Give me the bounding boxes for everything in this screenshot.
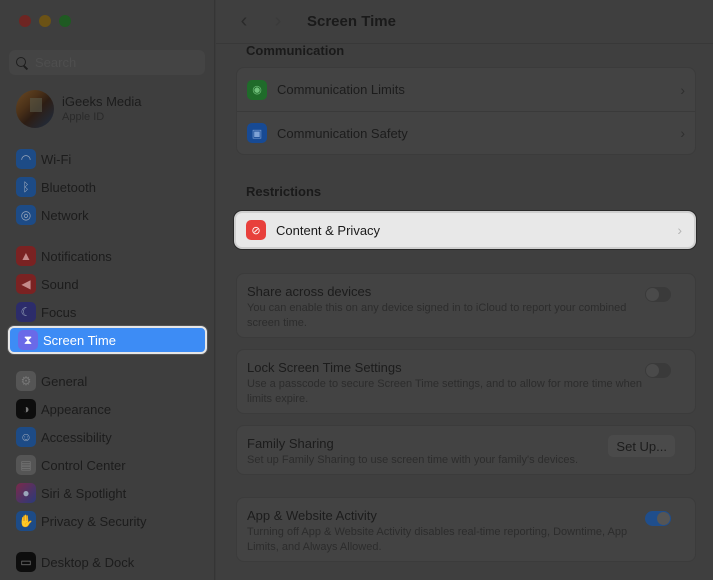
content-privacy-row[interactable]: ⊘ Content & Privacy › xyxy=(234,211,696,249)
sidebar-group-focus: ▲ Notifications ◀ Sound ☾ Focus ⧗ Screen… xyxy=(8,242,207,354)
toolbar: ‹ › Screen Time xyxy=(216,0,713,44)
communication-limits-row[interactable]: ◉ Communication Limits › xyxy=(237,68,695,111)
row-label: Communication Limits xyxy=(277,82,405,97)
sidebar-group-network: ◠ Wi-Fi ᛒ Bluetooth ◎ Network xyxy=(8,145,207,229)
person-circle-icon: ◉ xyxy=(247,79,267,100)
page-title: Screen Time xyxy=(307,13,396,30)
sidebar-item-label: Accessibility xyxy=(41,429,112,445)
content-pane: ‹ › Screen Time Communication ◉ Communic… xyxy=(216,0,713,580)
sidebar-item-label: Notifications xyxy=(41,248,112,264)
app-website-activity-toggle[interactable] xyxy=(645,511,671,526)
control-center-icon: ▤ xyxy=(16,455,36,475)
sidebar-group-system: ⚙ General ◑ Appearance ☺ Accessibility ▤… xyxy=(8,367,207,535)
sidebar-item-label: Screen Time xyxy=(43,332,116,348)
communication-safety-row[interactable]: ▣ Communication Safety › xyxy=(237,111,695,154)
account-subtitle: Apple ID xyxy=(62,111,105,123)
setting-title: App & Website Activity xyxy=(247,508,377,523)
moon-icon: ☾ xyxy=(16,302,36,322)
speaker-icon: ◀ xyxy=(16,274,36,294)
accessibility-icon: ☺ xyxy=(16,427,36,447)
communication-group: ◉ Communication Limits › ▣ Communication… xyxy=(236,67,696,155)
chevron-right-icon: › xyxy=(680,125,685,141)
sidebar-item-focus[interactable]: ☾ Focus xyxy=(8,298,207,326)
sidebar-item-label: Sound xyxy=(41,276,79,292)
sidebar-item-label: Wi-Fi xyxy=(41,151,72,167)
globe-icon: ◎ xyxy=(16,205,36,225)
section-header-restrictions: Restrictions xyxy=(246,184,322,199)
bluetooth-icon: ᛒ xyxy=(16,177,36,197)
search-input[interactable] xyxy=(35,55,195,70)
dock-icon: ▭ xyxy=(16,552,36,572)
sidebar-item-control-center[interactable]: ▤ Control Center xyxy=(8,451,207,479)
appearance-icon: ◑ xyxy=(16,399,36,419)
sidebar-item-screen-time[interactable]: ⧗ Screen Time xyxy=(8,326,207,354)
bell-icon: ▲ xyxy=(16,246,36,266)
sidebar: iGeeks Media Apple ID ◠ Wi-Fi ᛒ Bluetoot… xyxy=(0,0,215,580)
set-up-button[interactable]: Set Up... xyxy=(608,435,675,457)
setting-description: Turning off App & Website Activity disab… xyxy=(247,526,628,553)
hourglass-icon: ⧗ xyxy=(18,330,38,350)
sidebar-item-wifi[interactable]: ◠ Wi-Fi xyxy=(8,145,207,173)
sidebar-item-label: Siri & Spotlight xyxy=(41,485,127,501)
sidebar-group-desktop: ▭ Desktop & Dock xyxy=(8,548,207,576)
close-button[interactable] xyxy=(19,15,31,27)
setting-title: Share across devices xyxy=(247,284,372,299)
family-sharing-setting: Family Sharing Set up Family Sharing to … xyxy=(236,425,696,475)
restricted-icon: ⊘ xyxy=(246,220,266,240)
minimize-button[interactable] xyxy=(39,15,51,27)
hand-icon: ✋ xyxy=(16,511,36,531)
sidebar-item-label: Control Center xyxy=(41,457,126,473)
sidebar-item-label: General xyxy=(41,373,88,389)
row-label: Communication Safety xyxy=(277,125,408,141)
lock-screen-time-toggle[interactable] xyxy=(645,363,671,378)
sidebar-item-label: Privacy & Security xyxy=(41,513,147,529)
sidebar-item-appearance[interactable]: ◑ Appearance xyxy=(8,395,207,423)
setting-description: Use a passcode to secure Screen Time set… xyxy=(247,378,642,405)
sidebar-item-general[interactable]: ⚙ General xyxy=(8,367,207,395)
sidebar-item-accessibility[interactable]: ☺ Accessibility xyxy=(8,423,207,451)
sidebar-item-notifications[interactable]: ▲ Notifications xyxy=(8,242,207,270)
lock-screen-time-settings-setting: Lock Screen Time Settings Use a passcode… xyxy=(236,349,696,414)
back-button[interactable]: ‹ xyxy=(233,10,255,33)
setting-description: You can enable this on any device signed… xyxy=(247,302,627,329)
avatar xyxy=(16,90,54,128)
setting-description: Set up Family Sharing to use screen time… xyxy=(247,454,579,466)
section-header-communication: Communication xyxy=(246,43,345,58)
app-website-activity-setting: App & Website Activity Turning off App &… xyxy=(236,497,696,562)
sidebar-item-sound[interactable]: ◀ Sound xyxy=(8,270,207,298)
forward-button[interactable]: › xyxy=(267,10,289,33)
gear-icon: ⚙ xyxy=(16,371,36,391)
share-across-devices-setting: Share across devices You can enable this… xyxy=(236,273,696,338)
sidebar-item-label: Appearance xyxy=(41,401,112,417)
window-controls xyxy=(19,15,71,27)
sidebar-item-bluetooth[interactable]: ᛒ Bluetooth xyxy=(8,173,207,201)
setting-title: Lock Screen Time Settings xyxy=(247,360,402,375)
zoom-button[interactable] xyxy=(59,15,71,27)
search-field[interactable] xyxy=(9,50,205,75)
row-label: Content & Privacy xyxy=(276,222,381,238)
sidebar-item-label: Desktop & Dock xyxy=(41,554,135,570)
sidebar-item-label: Focus xyxy=(41,304,77,320)
wifi-icon: ◠ xyxy=(16,149,36,169)
search-icon xyxy=(15,56,29,70)
account-name: iGeeks Media xyxy=(62,94,142,109)
sidebar-item-network[interactable]: ◎ Network xyxy=(8,201,207,229)
sidebar-item-privacy-security[interactable]: ✋ Privacy & Security xyxy=(8,507,207,535)
share-across-devices-toggle[interactable] xyxy=(645,287,671,302)
sidebar-item-desktop-dock[interactable]: ▭ Desktop & Dock xyxy=(8,548,207,576)
siri-icon: ● xyxy=(16,483,36,503)
apple-id-account[interactable]: iGeeks Media Apple ID xyxy=(16,90,141,128)
chevron-right-icon: › xyxy=(680,81,685,98)
sidebar-item-label: Bluetooth xyxy=(41,179,96,195)
chevron-right-icon: › xyxy=(677,222,682,238)
sidebar-item-siri-spotlight[interactable]: ● Siri & Spotlight xyxy=(8,479,207,507)
sidebar-item-label: Network xyxy=(41,207,89,223)
chat-bubbles-icon: ▣ xyxy=(247,123,267,143)
